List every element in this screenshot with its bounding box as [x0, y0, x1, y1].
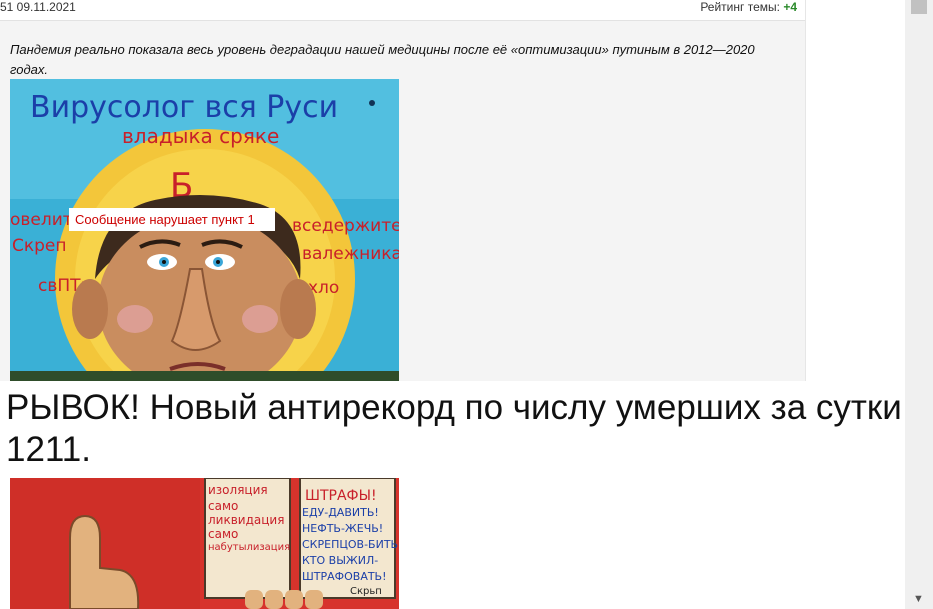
topic-rating: Рейтинг темы: +4	[700, 0, 797, 14]
second-caricature-painting: изоляция само ликвидация само набутылиза…	[10, 478, 399, 609]
post-body: Пандемия реально показала весь уровень д…	[0, 20, 805, 389]
book-left-line-1: изоляция	[208, 483, 268, 497]
scrollbar-thumb[interactable]	[911, 0, 927, 14]
caricature-painting: Вирусолог вся Руси владыка сряке Б овели…	[10, 79, 399, 389]
book-left-line-3: ликвидация	[208, 513, 284, 527]
book-right-line-2: ЕДУ-ДАВИТЬ!	[302, 506, 379, 519]
book-left-line-5: набутылизация	[208, 542, 290, 553]
book-right-line-3: НЕФТЬ-ЖЕЧЬ!	[302, 522, 383, 535]
rating-value[interactable]: +4	[783, 0, 797, 14]
headline-line-1: РЫВОК! Новый антирекорд по числу умерших…	[6, 388, 931, 427]
painting-title-2: владыка сряке	[122, 124, 279, 148]
post-image-second-painting[interactable]: изоляция само ликвидация само набутылиза…	[10, 478, 399, 609]
post-date: 51 09.11.2021	[0, 0, 76, 14]
rating-label: Рейтинг темы:	[700, 0, 780, 14]
post-text: Пандемия реально показала весь уровень д…	[10, 42, 755, 77]
painting-right-word-2: валежника	[302, 244, 399, 264]
headline-line-2: 1211.	[6, 430, 91, 469]
book-left-line-4: само	[208, 527, 238, 541]
headline-title[interactable]: РЫВОК! Новый антирекорд по числу умерших…	[6, 387, 931, 471]
painting-right-word-1: вседержитель	[292, 216, 399, 236]
scroll-down-arrow-icon[interactable]: ▼	[913, 593, 924, 605]
post-image-icon-painting[interactable]: Вирусолог вся Руси владыка сряке Б овели…	[10, 79, 399, 389]
page-scrollbar[interactable]: ▼	[905, 0, 933, 609]
book-right-line-1: ШТРАФЫ!	[305, 488, 377, 504]
painting-title-1: Вирусолог вся Руси	[30, 90, 338, 125]
post-meta-bar: 51 09.11.2021 Рейтинг темы: +4	[0, 0, 805, 18]
headline-banner: РЫВОК! Новый антирекорд по числу умерших…	[0, 381, 933, 478]
book-right-line-6: ШТРАФОВАТЬ!	[302, 570, 387, 583]
painting-signature: Скрьп	[350, 586, 382, 597]
painting-left-word-2: Скреп	[12, 236, 67, 256]
book-right-line-5: КТО ВЫЖИЛ-	[302, 554, 378, 567]
moderation-warning: Сообщение нарушает пункт 1	[69, 208, 275, 231]
column-divider	[805, 0, 806, 381]
book-left-line-2: само	[208, 499, 238, 513]
book-right-line-4: СКРЕПЦОВ-БИТЬ!	[302, 538, 399, 551]
